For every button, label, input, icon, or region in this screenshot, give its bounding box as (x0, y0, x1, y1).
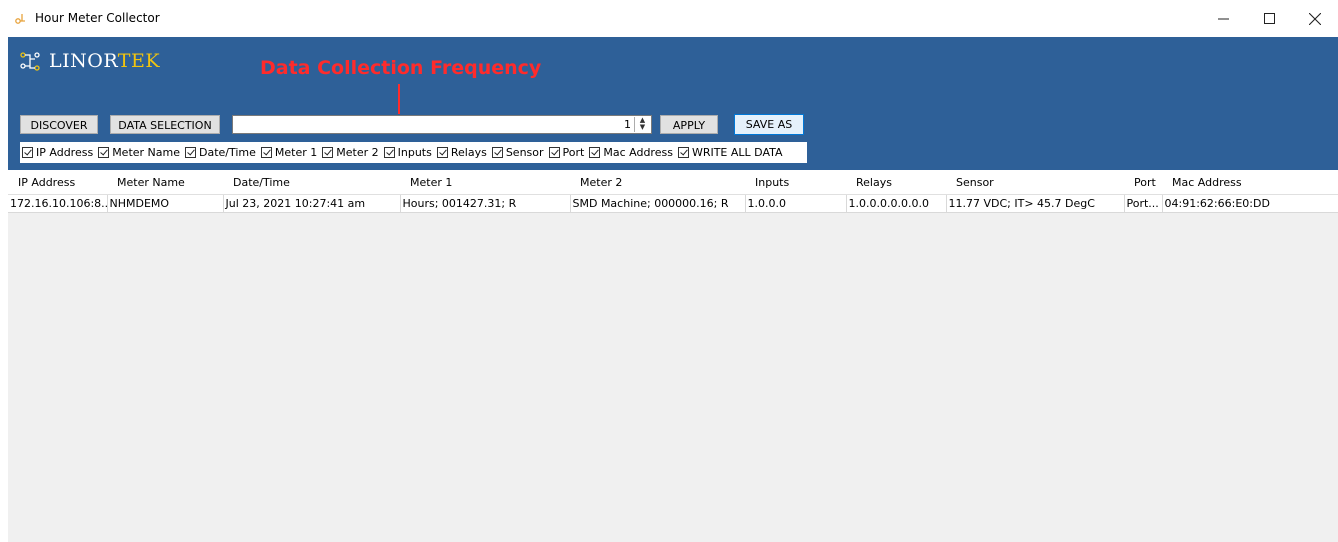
checkbox-sensor[interactable]: Sensor (491, 146, 544, 159)
data-grid: IP Address Meter Name Date/Time Meter 1 … (8, 170, 1338, 542)
frequency-value: 1 (624, 118, 631, 131)
close-icon (1309, 12, 1321, 25)
checkbox-checked-icon[interactable] (436, 147, 448, 158)
logo-text-accent: TEK (117, 50, 161, 72)
table-cell[interactable]: 172.16.10.106:8... (8, 194, 108, 213)
maximize-button[interactable] (1246, 0, 1292, 37)
checkbox-checked-icon[interactable] (677, 147, 689, 158)
checkbox-port[interactable]: Port (548, 146, 584, 159)
annotation-arrow (398, 84, 400, 114)
checkbox-checked-icon[interactable] (491, 147, 503, 158)
table-cell[interactable]: 04:91:62:66:E0:DD (1162, 194, 1338, 213)
checkbox-checked-icon[interactable] (98, 147, 110, 158)
table-header-row: IP Address Meter Name Date/Time Meter 1 … (8, 170, 1338, 195)
column-header[interactable]: Mac Address (1162, 170, 1338, 195)
checkbox-inputs[interactable]: Inputs (383, 146, 432, 159)
checkbox-checked-icon[interactable] (322, 147, 334, 158)
checkbox-ip-address[interactable]: IP Address (22, 146, 93, 159)
data-table: IP Address Meter Name Date/Time Meter 1 … (8, 170, 1338, 213)
table-cell[interactable]: Hours; 001427.31; R (400, 194, 571, 213)
circuit-logo-icon (20, 52, 40, 71)
minimize-icon (1217, 18, 1229, 20)
header-panel: LINORTEK Data Collection Frequency DISCO… (8, 37, 1338, 170)
column-checkbox-bar: IP Address Meter Name Date/Time Meter 1 … (20, 142, 807, 163)
checkbox-checked-icon[interactable] (260, 147, 272, 158)
table-cell[interactable]: NHMDEMO (107, 194, 224, 213)
frequency-spinbox[interactable]: 1 ▲ ▼ (232, 115, 652, 134)
checkbox-meter-1[interactable]: Meter 1 (260, 146, 317, 159)
column-header[interactable]: Meter 1 (400, 170, 570, 195)
data-selection-button[interactable]: DATA SELECTION (110, 115, 220, 134)
frequency-annotation: Data Collection Frequency (260, 57, 542, 79)
column-header[interactable]: Meter 2 (570, 170, 745, 195)
checkbox-checked-icon[interactable] (383, 147, 395, 158)
checkbox-date-time[interactable]: Date/Time (185, 146, 256, 159)
checkbox-checked-icon[interactable] (185, 147, 196, 158)
maximize-icon (1263, 13, 1275, 24)
save-as-button[interactable]: SAVE AS (734, 114, 804, 135)
column-header[interactable]: Port (1124, 170, 1162, 195)
table-cell[interactable]: Port... (1124, 194, 1163, 213)
table-cell[interactable]: 1.0.0.0 (745, 194, 847, 213)
checkbox-meter-name[interactable]: Meter Name (98, 146, 180, 159)
table-cell[interactable]: Jul 23, 2021 10:27:41 am (223, 194, 401, 213)
column-header[interactable]: IP Address (8, 170, 107, 195)
checkbox-checked-icon[interactable] (589, 147, 601, 158)
checkbox-write-all-data[interactable]: WRITE ALL DATA (677, 146, 783, 159)
column-header[interactable]: Meter Name (107, 170, 223, 195)
column-header[interactable]: Relays (846, 170, 946, 195)
column-header[interactable]: Inputs (745, 170, 846, 195)
checkbox-meter-2[interactable]: Meter 2 (322, 146, 379, 159)
checkbox-checked-icon[interactable] (22, 147, 33, 158)
table-row[interactable]: 172.16.10.106:8... NHMDEMO Jul 23, 2021 … (8, 194, 1338, 213)
apply-button[interactable]: APPLY (660, 115, 718, 134)
checkbox-mac-address[interactable]: Mac Address (589, 146, 673, 159)
checkbox-checked-icon[interactable] (548, 147, 560, 158)
column-header[interactable]: Sensor (946, 170, 1124, 195)
minimize-button[interactable] (1200, 0, 1246, 37)
linortek-logo: LINORTEK (19, 50, 160, 72)
spinner-arrows-icon[interactable]: ▲ ▼ (634, 117, 650, 132)
close-button[interactable] (1292, 0, 1338, 37)
title-bar: Hour Meter Collector (0, 0, 1338, 37)
app-icon (15, 14, 25, 24)
logo-text-main: LINOR (49, 50, 118, 72)
column-header[interactable]: Date/Time (223, 170, 400, 195)
discover-button[interactable]: DISCOVER (20, 115, 98, 134)
window-title: Hour Meter Collector (35, 11, 160, 25)
table-cell[interactable]: SMD Machine; 000000.16; R (570, 194, 746, 213)
table-cell[interactable]: 11.77 VDC; IT> 45.7 DegC (946, 194, 1125, 213)
checkbox-relays[interactable]: Relays (436, 146, 487, 159)
table-cell[interactable]: 1.0.0.0.0.0.0.0 (846, 194, 947, 213)
